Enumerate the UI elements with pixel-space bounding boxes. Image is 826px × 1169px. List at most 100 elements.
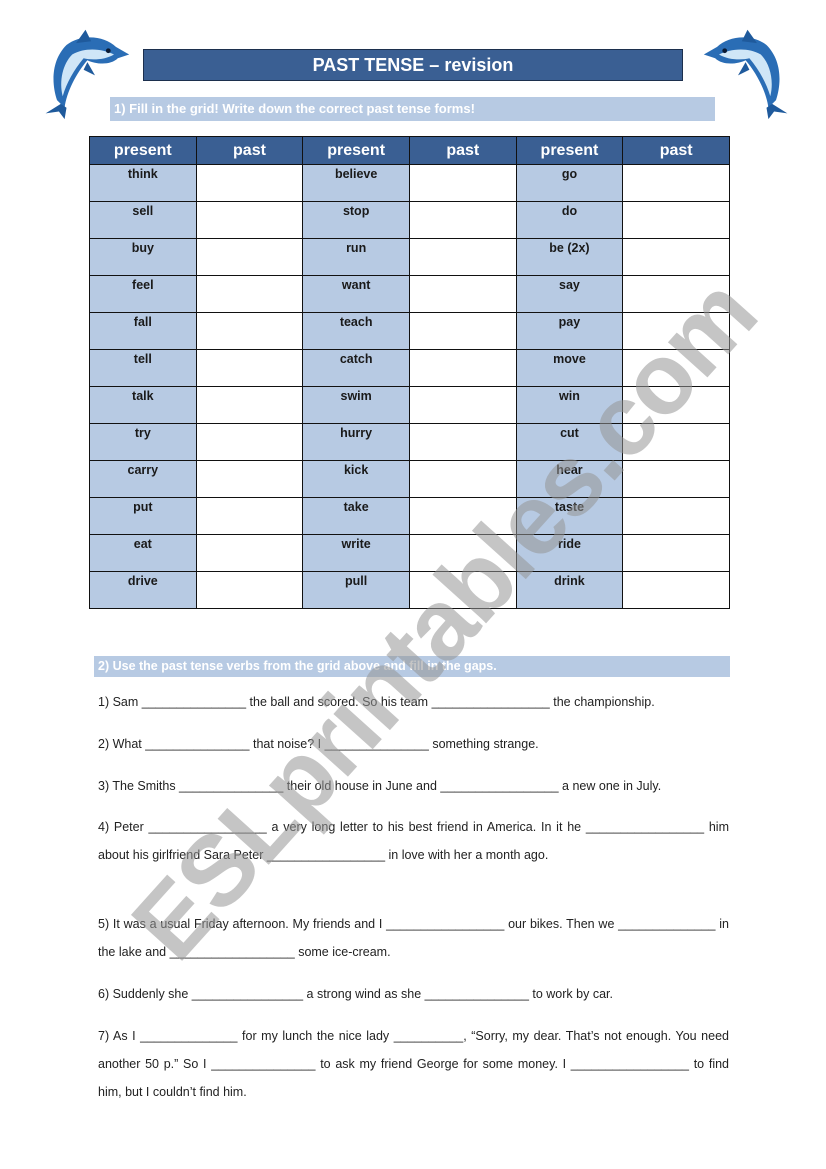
present-verb-cell: catch <box>302 349 410 387</box>
past-answer-cell[interactable] <box>195 275 304 313</box>
present-verb-cell: try <box>89 423 197 461</box>
sentence-5: 5) It was a usual Friday afternoon. My f… <box>98 917 729 959</box>
past-answer-cell[interactable] <box>408 534 517 572</box>
grid-row: buy run be (2x) <box>89 238 730 276</box>
present-verb-cell: take <box>302 497 410 535</box>
present-verb-cell: want <box>302 275 410 313</box>
past-answer-cell[interactable] <box>408 386 517 424</box>
column-header: past <box>622 136 730 165</box>
grid-row: talk swim win <box>89 386 730 424</box>
past-answer-cell[interactable] <box>622 201 730 239</box>
present-verb-cell: move <box>515 349 624 387</box>
grid-row: fall teach pay <box>89 312 730 350</box>
past-answer-cell[interactable] <box>622 349 730 387</box>
present-verb-cell: talk <box>89 386 197 424</box>
exercise-sentence: 5) It was a usual Friday afternoon. My f… <box>98 910 729 966</box>
past-answer-cell[interactable] <box>195 349 304 387</box>
past-answer-cell[interactable] <box>622 164 730 202</box>
present-verb-cell: tell <box>89 349 197 387</box>
exercise-sentence: 4) Peter _________________ a very long l… <box>98 813 729 869</box>
exercise-sentence: 7) As I ______________ for my lunch the … <box>98 1022 729 1106</box>
present-verb-cell: teach <box>302 312 410 350</box>
present-verb-cell: hear <box>515 460 624 498</box>
grid-row: think believe go <box>89 164 730 202</box>
past-answer-cell[interactable] <box>622 275 730 313</box>
grid-header-row: present past present past present past <box>89 136 730 165</box>
grid-row: drive pull drink <box>89 571 730 609</box>
present-verb-cell: be (2x) <box>515 238 624 276</box>
present-verb-cell: put <box>89 497 197 535</box>
column-header: present <box>302 136 410 165</box>
present-verb-cell: stop <box>302 201 410 239</box>
present-verb-cell: taste <box>515 497 624 535</box>
column-header: past <box>195 136 304 165</box>
grid-row: sell stop do <box>89 201 730 239</box>
past-answer-cell[interactable] <box>195 238 304 276</box>
past-answer-cell[interactable] <box>195 460 304 498</box>
past-answer-cell[interactable] <box>622 534 730 572</box>
past-answer-cell[interactable] <box>195 571 304 609</box>
grid-row: try hurry cut <box>89 423 730 461</box>
present-verb-cell: swim <box>302 386 410 424</box>
verb-grid: present past present past present past t… <box>89 136 730 609</box>
past-answer-cell[interactable] <box>622 386 730 424</box>
past-answer-cell[interactable] <box>408 238 517 276</box>
present-verb-cell: pay <box>515 312 624 350</box>
section-1-instruction: 1) Fill in the grid! Write down the corr… <box>110 97 715 121</box>
past-answer-cell[interactable] <box>195 312 304 350</box>
past-answer-cell[interactable] <box>408 201 517 239</box>
sentence-4: 4) Peter _________________ a very long l… <box>98 820 729 862</box>
past-answer-cell[interactable] <box>408 312 517 350</box>
exercise-sentence: 6) Suddenly she ________________ a stron… <box>98 980 729 1008</box>
past-answer-cell[interactable] <box>622 571 730 609</box>
present-verb-cell: go <box>515 164 624 202</box>
past-answer-cell[interactable] <box>622 460 730 498</box>
column-header: present <box>89 136 197 165</box>
past-answer-cell[interactable] <box>622 238 730 276</box>
sentence-7: 7) As I ______________ for my lunch the … <box>98 1029 729 1099</box>
past-answer-cell[interactable] <box>408 423 517 461</box>
past-answer-cell[interactable] <box>195 386 304 424</box>
past-answer-cell[interactable] <box>408 349 517 387</box>
past-answer-cell[interactable] <box>622 312 730 350</box>
grid-row: eat write ride <box>89 534 730 572</box>
past-answer-cell[interactable] <box>408 571 517 609</box>
past-answer-cell[interactable] <box>622 497 730 535</box>
section-2-instruction: 2) Use the past tense verbs from the gri… <box>94 656 730 677</box>
past-answer-cell[interactable] <box>622 423 730 461</box>
present-verb-cell: drink <box>515 571 624 609</box>
page-title: PAST TENSE – revision <box>143 49 683 81</box>
present-verb-cell: fall <box>89 312 197 350</box>
grid-row: carry kick hear <box>89 460 730 498</box>
grid-row: put take taste <box>89 497 730 535</box>
present-verb-cell: say <box>515 275 624 313</box>
past-answer-cell[interactable] <box>195 423 304 461</box>
sentence-6: 6) Suddenly she ________________ a stron… <box>98 987 613 1001</box>
past-answer-cell[interactable] <box>195 201 304 239</box>
present-verb-cell: kick <box>302 460 410 498</box>
past-answer-cell[interactable] <box>195 534 304 572</box>
present-verb-cell: do <box>515 201 624 239</box>
present-verb-cell: eat <box>89 534 197 572</box>
present-verb-cell: hurry <box>302 423 410 461</box>
present-verb-cell: buy <box>89 238 197 276</box>
present-verb-cell: think <box>89 164 197 202</box>
sentence-3: 3) The Smiths _______________ their old … <box>98 779 662 793</box>
present-verb-cell: cut <box>515 423 624 461</box>
sentence-1: 1) Sam _______________ the ball and scor… <box>98 695 655 709</box>
past-answer-cell[interactable] <box>195 497 304 535</box>
grid-row: tell catch move <box>89 349 730 387</box>
past-answer-cell[interactable] <box>195 164 304 202</box>
grid-row: feel want say <box>89 275 730 313</box>
present-verb-cell: believe <box>302 164 410 202</box>
present-verb-cell: sell <box>89 201 197 239</box>
exercise-sentence: 1) Sam _______________ the ball and scor… <box>98 688 729 716</box>
past-answer-cell[interactable] <box>408 460 517 498</box>
past-answer-cell[interactable] <box>408 497 517 535</box>
exercise-sentence: 2) What _______________ that noise? I __… <box>98 730 729 758</box>
present-verb-cell: write <box>302 534 410 572</box>
past-answer-cell[interactable] <box>408 275 517 313</box>
past-answer-cell[interactable] <box>408 164 517 202</box>
present-verb-cell: pull <box>302 571 410 609</box>
present-verb-cell: drive <box>89 571 197 609</box>
